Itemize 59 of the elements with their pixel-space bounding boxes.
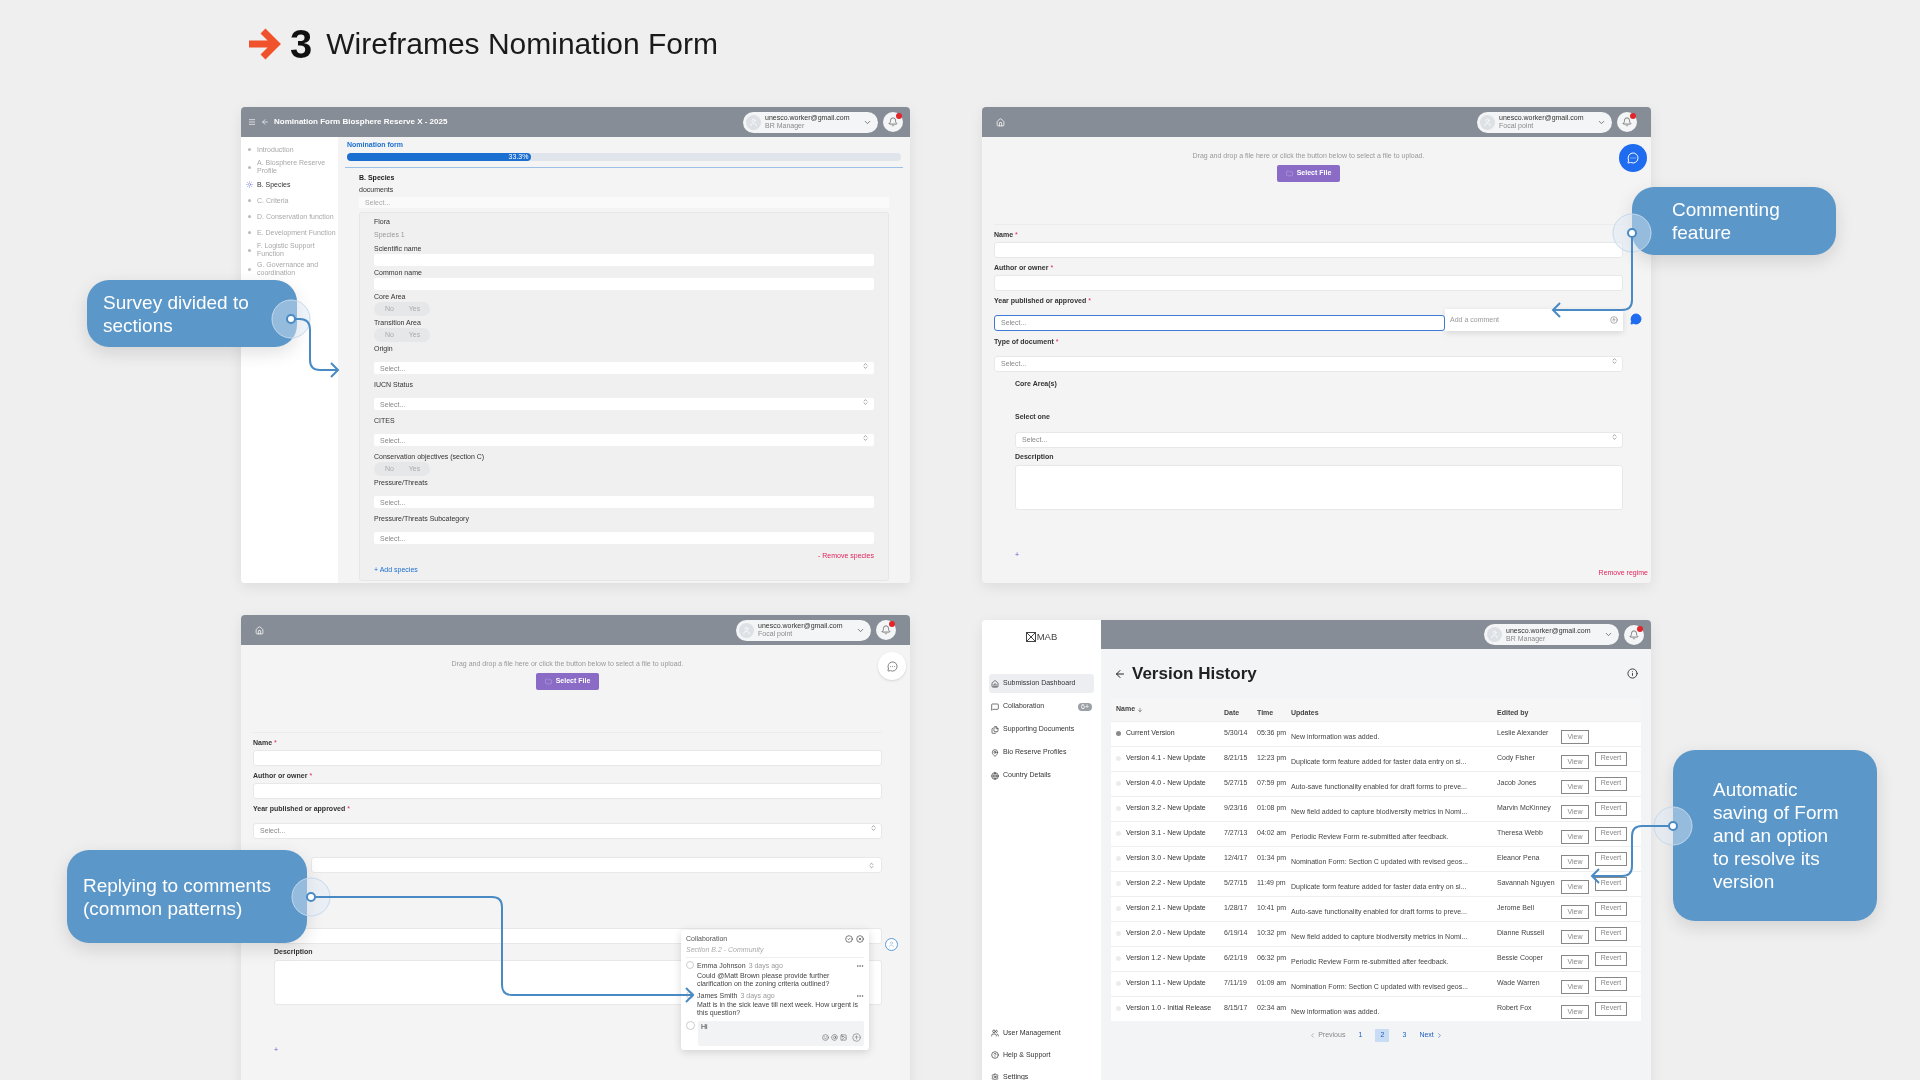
logo-text: MAB	[1036, 629, 1058, 644]
notifications-button[interactable]	[876, 620, 896, 640]
chevron-updown-icon	[1611, 433, 1618, 441]
current-step-icon	[246, 181, 253, 188]
callout: Commenting feature	[1632, 187, 1836, 255]
globe-icon	[991, 771, 999, 780]
mention-icon[interactable]	[831, 1034, 838, 1041]
chevron-updown-icon	[862, 398, 869, 405]
chevron-right-icon	[1435, 1031, 1443, 1039]
chat-button[interactable]	[878, 652, 906, 680]
chevron-updown-icon	[870, 824, 877, 832]
text-field[interactable]	[994, 242, 1623, 258]
chat-button[interactable]	[1619, 144, 1647, 172]
chevron-down-icon	[1604, 630, 1613, 639]
chevron-updown-icon	[1611, 357, 1618, 365]
sort-arrow-icon[interactable]	[1137, 706, 1144, 713]
bell-icon	[888, 117, 898, 127]
folder-icon	[544, 677, 552, 685]
chevron-updown-icon	[862, 362, 869, 369]
users-icon	[991, 1029, 999, 1037]
chat-icon	[991, 702, 999, 711]
image-icon[interactable]	[840, 1034, 847, 1041]
bell-icon	[1622, 117, 1632, 127]
callout: Replying to comments (common patterns)	[67, 850, 307, 943]
step-number: 3	[290, 22, 313, 66]
chevron-updown-icon	[862, 434, 869, 441]
emoji-icon[interactable]	[822, 1034, 829, 1041]
bell-icon	[1629, 629, 1639, 640]
logo-icon	[1025, 632, 1036, 642]
page-heading: Version History	[1132, 663, 1258, 685]
page-title: Wireframes Nomination Form	[326, 26, 718, 62]
map-pin-icon	[991, 748, 999, 757]
settings-icon	[991, 1073, 999, 1080]
back-arrow-icon[interactable]	[1114, 667, 1126, 680]
chevron-left-icon	[1309, 1031, 1317, 1039]
close-icon[interactable]	[856, 935, 864, 944]
files-icon	[991, 725, 999, 734]
chevron-updown-icon	[868, 861, 875, 869]
notifications-button[interactable]	[1624, 624, 1644, 645]
home-icon[interactable]	[255, 625, 264, 635]
comment-bubble-icon[interactable]	[1630, 313, 1642, 325]
chat-icon	[1627, 152, 1639, 164]
notifications-button[interactable]	[883, 112, 903, 132]
notifications-button[interactable]	[1617, 112, 1637, 132]
menu-icon[interactable]	[248, 118, 256, 126]
info-icon[interactable]	[1627, 668, 1638, 680]
send-icon[interactable]	[852, 1033, 861, 1042]
home-icon	[991, 679, 999, 688]
send-icon[interactable]	[1610, 316, 1618, 324]
callout: Automatic saving of Form and an option to resolve its version	[1673, 750, 1877, 921]
resolve-icon[interactable]	[845, 935, 853, 944]
form-title: Nomination Form Biosphere Reserve X - 2025	[274, 116, 448, 128]
callout: Survey divided to sections	[87, 280, 297, 347]
home-icon[interactable]	[996, 117, 1005, 127]
commenter-avatar-icon	[885, 938, 898, 951]
folder-icon	[1285, 169, 1293, 177]
chat-icon	[886, 660, 898, 672]
bell-icon	[881, 625, 891, 635]
help-icon	[991, 1051, 999, 1059]
